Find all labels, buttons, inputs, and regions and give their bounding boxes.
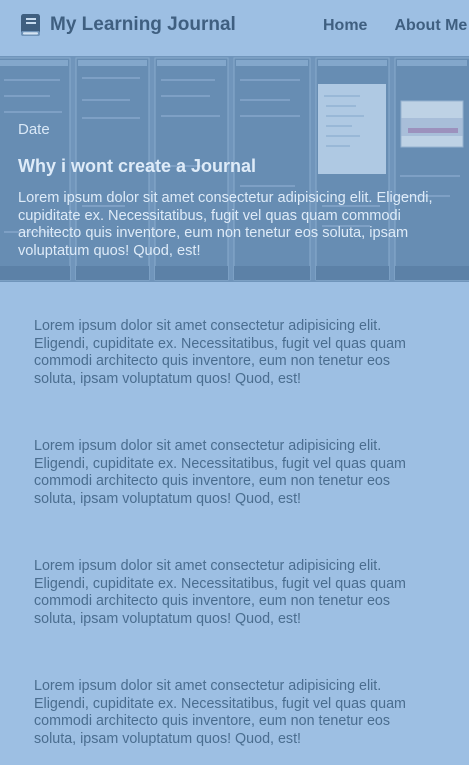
site-header: My Learning Journal Home About Me [0,0,469,56]
hero-banner[interactable]: Date Why i wont create a Journal Lorem i… [0,56,469,282]
book-icon [20,13,41,37]
brand-link[interactable]: My Learning Journal [20,13,236,37]
post-list: Lorem ipsum dolor sit amet consectetur a… [34,318,434,765]
hero-content: Date Why i wont create a Journal Lorem i… [18,120,446,260]
hero-title: Why i wont create a Journal [18,156,257,176]
main-nav: Home About Me [323,17,469,35]
post-text: Lorem ipsum dolor sit amet consectetur a… [34,438,406,507]
brand-title: My Learning Journal [50,14,236,35]
nav-home-link[interactable]: Home [323,17,367,35]
hero-date: Date [18,121,50,138]
post-text: Lorem ipsum dolor sit amet consectetur a… [34,318,406,387]
post-text: Lorem ipsum dolor sit amet consectetur a… [34,558,406,627]
hero-text: Lorem ipsum dolor sit amet consectetur a… [18,190,433,259]
nav-about-me-link[interactable]: About Me [394,17,467,35]
post-text: Lorem ipsum dolor sit amet consectetur a… [34,678,406,747]
